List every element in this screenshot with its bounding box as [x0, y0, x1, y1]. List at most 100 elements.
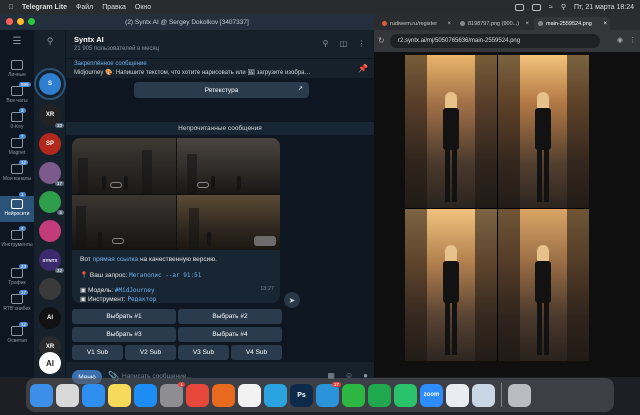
browser-tab[interactable]: 8198797.png (900...) ×: [456, 17, 532, 30]
image-grid[interactable]: [72, 138, 280, 250]
query-value[interactable]: Мегаполис --ar 91:51: [129, 272, 201, 279]
minimize-window-button[interactable]: [17, 18, 24, 25]
folder-traffic[interactable]: 23 Трафик: [0, 264, 34, 286]
direct-link[interactable]: прямая ссылка: [93, 256, 139, 263]
model-hashtag[interactable]: #MidJourney: [115, 287, 155, 294]
wifi-icon[interactable]: ≈: [549, 4, 553, 11]
dock-photoshop-icon[interactable]: Ps: [290, 383, 313, 407]
building-shape: [142, 149, 152, 194]
leg-shape: [451, 301, 457, 355]
screen-record-icon[interactable]: [515, 3, 524, 11]
chat-avatar[interactable]: [39, 220, 61, 242]
dock-finder-icon[interactable]: [30, 383, 53, 407]
v3-sub-button[interactable]: V3 Sub: [178, 345, 229, 360]
grid-image-4[interactable]: [176, 194, 280, 250]
chat-avatar[interactable]: XR 33: [39, 104, 64, 128]
menubar-app-name[interactable]: Telegram Lite: [22, 4, 67, 11]
dock-game-icon[interactable]: [368, 383, 391, 407]
tab-title: main-2559524.png: [546, 20, 592, 27]
button-label: Выбрать #1: [106, 313, 142, 320]
folder-label: Осветая: [7, 338, 27, 344]
more-vertical-icon[interactable]: ⋮: [629, 36, 636, 44]
chat-avatar[interactable]: SP: [39, 133, 61, 155]
folder-rtb[interactable]: 17 RTB хнибех: [0, 290, 34, 312]
browser-tab[interactable]: rudiwem.ru/register ×: [378, 17, 454, 30]
generated-image[interactable]: [405, 55, 589, 361]
sidebar-toggle-icon[interactable]: ◫: [339, 39, 348, 48]
dock-app-store-icon[interactable]: [134, 383, 157, 407]
search-spotlight-icon[interactable]: ⚲: [561, 3, 566, 11]
folder-magnet[interactable]: 7 Magnet: [0, 134, 34, 156]
chat-avatar[interactable]: [39, 278, 61, 300]
menu-hamburger[interactable]: ☰: [0, 36, 34, 47]
chat-title[interactable]: Syntx AI: [74, 35, 104, 44]
chat-avatar[interactable]: SYNTX 22: [39, 249, 64, 273]
grid-image-1[interactable]: [72, 138, 176, 194]
pick-3-button[interactable]: Выбрать #3: [72, 327, 176, 342]
folder-my-channels[interactable]: 12 Мои каналы: [0, 160, 34, 182]
message-bubble: Вот прямая ссылка на качественную версию…: [72, 138, 280, 303]
dock-anydesk-icon[interactable]: [186, 383, 209, 407]
extension-icon[interactable]: ◉: [617, 36, 623, 44]
close-window-button[interactable]: [6, 18, 13, 25]
grid-image-2[interactable]: [176, 138, 280, 194]
folder-personal[interactable]: Личные: [0, 60, 34, 78]
search-button[interactable]: ⚲: [33, 36, 67, 47]
dock-stats-icon[interactable]: [446, 383, 469, 407]
dock-chrome-icon[interactable]: [238, 383, 261, 407]
dock-trash-icon[interactable]: [508, 383, 531, 407]
dock-telegram-icon[interactable]: [264, 383, 287, 407]
battery-icon[interactable]: [532, 3, 541, 11]
close-tab-icon[interactable]: ×: [525, 21, 529, 27]
dock-notes-icon[interactable]: [108, 383, 131, 407]
tool-value[interactable]: Редактор: [127, 296, 156, 303]
dock-whatsapp-icon[interactable]: [342, 383, 365, 407]
dock-launchpad-icon[interactable]: [56, 383, 79, 407]
chat-subtitle: 21 905 пользователей в месяц: [74, 46, 160, 52]
dock-safari-icon[interactable]: [82, 383, 105, 407]
chat-avatar[interactable]: AI: [39, 307, 61, 329]
folder-all-chats[interactable]: 999 Все чаты: [0, 82, 34, 104]
v4-sub-button[interactable]: V4 Sub: [231, 345, 282, 360]
dock-zoom-icon[interactable]: zoom: [420, 383, 443, 407]
dock-settings-icon[interactable]: 1: [160, 381, 185, 407]
zoom-window-button[interactable]: [28, 18, 35, 25]
share-forward-button[interactable]: ➤: [284, 292, 300, 308]
chat-avatar-syntx[interactable]: S: [34, 68, 66, 100]
folder-other[interactable]: 12 Осветая: [0, 322, 34, 344]
hamburger-icon: ☰: [12, 36, 22, 47]
dock-game-2-icon[interactable]: [394, 383, 417, 407]
folder-0-key[interactable]: 3 0-Key: [0, 108, 34, 130]
folder-neural-nets[interactable]: 1 Нейросети: [0, 192, 34, 222]
pinned-message-bar[interactable]: Закреплённое сообщение Midjourney 🎨: Нап…: [66, 58, 374, 78]
address-bar[interactable]: r2.syntx.ai/mj/5050765636/main-2559524.p…: [390, 34, 600, 48]
favicon-icon: [538, 21, 543, 26]
chat-avatar[interactable]: 17: [39, 162, 64, 186]
menubar-item-window[interactable]: Окно: [135, 4, 151, 11]
building-shape: [474, 208, 497, 361]
search-icon[interactable]: ⚲: [321, 39, 330, 48]
pick-1-button[interactable]: Выбрать #1: [72, 309, 176, 324]
apple-icon[interactable]: : [6, 4, 16, 11]
menubar-datetime[interactable]: Пт, 21 марта 18:24: [574, 4, 634, 11]
pin-icon[interactable]: 📌: [358, 64, 368, 73]
v1-sub-button[interactable]: V1 Sub: [72, 345, 123, 360]
dock-telegram-lite-icon[interactable]: 27: [316, 381, 341, 407]
close-tab-icon[interactable]: ×: [603, 21, 607, 27]
dock-preview-icon[interactable]: [472, 383, 495, 407]
retexture-button[interactable]: Ретекстура ↗: [134, 82, 309, 98]
close-tab-icon[interactable]: ×: [447, 21, 451, 27]
menubar-item-file[interactable]: Файл: [76, 4, 93, 11]
dock-firefox-icon[interactable]: [212, 383, 235, 407]
pick-2-button[interactable]: Выбрать #2: [178, 309, 282, 324]
browser-tab-active[interactable]: main-2559524.png ×: [534, 17, 610, 30]
menubar-item-edit[interactable]: Правка: [102, 4, 126, 11]
reload-icon[interactable]: ↻: [378, 36, 385, 45]
pick-4-button[interactable]: Выбрать #4: [178, 327, 282, 342]
folder-tools[interactable]: 4 Инструменты: [0, 226, 34, 248]
v2-sub-button[interactable]: V2 Sub: [125, 345, 176, 360]
chat-avatar[interactable]: 5: [39, 191, 64, 215]
grid-image-3[interactable]: [72, 194, 176, 250]
more-vertical-icon[interactable]: ⋮: [357, 39, 366, 48]
account-avatar[interactable]: AI: [39, 352, 61, 374]
